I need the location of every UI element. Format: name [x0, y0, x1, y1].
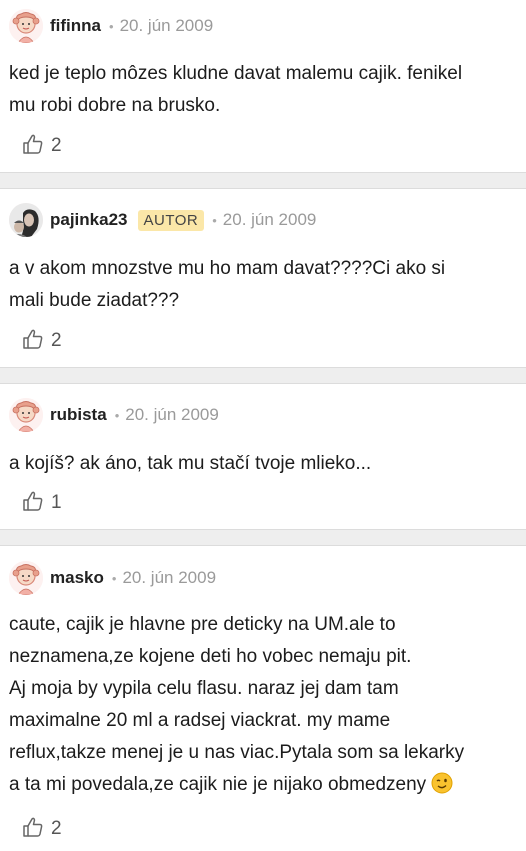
comment: pajinka23 AUTOR • 20. jún 2009 a v akom …	[0, 189, 526, 367]
photo-avatar[interactable]	[9, 203, 43, 237]
like-button[interactable]: 2	[22, 816, 62, 842]
winking-face-emoji	[431, 772, 453, 805]
thumbs-up-icon	[22, 490, 44, 517]
comment-header: fifinna • 20. jún 2009	[9, 6, 213, 46]
comment-text: ked je teplo môzes kludne davat malemu c…	[9, 63, 463, 116]
comment-date: 20. jún 2009	[125, 405, 219, 424]
like-button[interactable]: 2	[22, 133, 62, 159]
comment-text-body: caute, cajik je hlavne pre deticky na UM…	[9, 614, 465, 795]
like-count: 2	[51, 135, 62, 156]
comment-divider	[0, 367, 526, 384]
separator-dot: •	[212, 212, 217, 228]
separator-dot: •	[111, 570, 117, 586]
username[interactable]: fifinna	[50, 16, 101, 36]
username[interactable]: masko	[50, 568, 104, 588]
doll-avatar-icon[interactable]	[9, 398, 43, 432]
comment-date: 20. jún 2009	[222, 210, 317, 229]
doll-avatar-icon[interactable]	[9, 9, 43, 43]
comment-text: a v akom mnozstve mu ho mam davat????Ci …	[9, 258, 446, 311]
like-button[interactable]: 1	[22, 490, 62, 516]
comment: masko • 20. jún 2009 caute, cajik je hla…	[0, 546, 526, 851]
like-button[interactable]: 2	[22, 328, 62, 354]
thumbs-up-icon	[22, 328, 44, 355]
separator-dot: •	[109, 18, 114, 34]
comment-date: 20. jún 2009	[122, 568, 217, 587]
comment-text: a kojíš? ak áno, tak mu stačí tvoje mlie…	[9, 453, 372, 474]
comment-header: rubista • 20. jún 2009	[9, 395, 219, 435]
doll-avatar-icon[interactable]	[9, 561, 43, 595]
username[interactable]: rubista	[50, 405, 107, 425]
separator-dot: •	[114, 407, 120, 423]
username[interactable]: pajinka23	[50, 210, 128, 230]
like-count: 2	[51, 818, 62, 839]
comment-header: pajinka23 AUTOR • 20. jún 2009	[9, 200, 316, 240]
like-count: 1	[51, 492, 62, 513]
author-badge: AUTOR	[137, 209, 205, 231]
thumbs-up-icon	[22, 816, 44, 843]
comment-header: masko • 20. jún 2009	[9, 558, 216, 598]
like-count: 2	[51, 330, 62, 351]
comment-date: 20. jún 2009	[119, 16, 214, 35]
comment: rubista • 20. jún 2009 a kojíš? ak áno, …	[0, 384, 526, 529]
comment-text: caute, cajik je hlavne pre deticky na UM…	[9, 609, 514, 805]
comment-divider	[0, 172, 526, 189]
comment-divider	[0, 529, 526, 546]
thumbs-up-icon	[22, 133, 44, 160]
comment: fifinna • 20. jún 2009 ked je teplo môze…	[0, 0, 526, 172]
